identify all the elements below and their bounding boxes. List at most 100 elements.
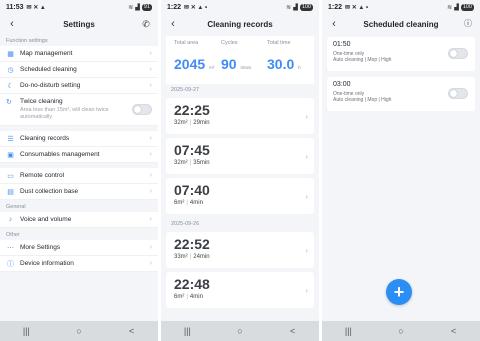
recents-button[interactable]: ||| (333, 326, 363, 336)
records-header: ‹ Cleaning records (161, 14, 319, 34)
chevron-right-icon: › (305, 192, 308, 201)
schedule-header: ‹ Scheduled cleaning ⓘ (322, 14, 480, 34)
settings-row[interactable]: ▣ Consumables management › (0, 147, 158, 163)
settings-row[interactable]: ▤ Dust collection base › (0, 184, 158, 200)
settings-row[interactable]: ⓘ Device information › (0, 256, 158, 272)
schedule-mode: Auto cleaning | Mop | High (333, 97, 392, 103)
back-button[interactable]: < (439, 326, 469, 336)
signal-icon: ▟ (454, 4, 459, 11)
schedule-mode: Auto cleaning | Mop | High (333, 57, 392, 63)
record-time: 07:40 (174, 182, 210, 198)
settings-row[interactable]: ▭ Remote control › (0, 168, 158, 184)
section-label-function: Function settings (6, 38, 48, 44)
base-icon: ▤ (7, 188, 14, 196)
back-arrow-icon[interactable]: ‹ (328, 14, 340, 34)
back-arrow-icon[interactable]: ‹ (167, 14, 179, 34)
chevron-right-icon: › (149, 172, 152, 179)
status-bar: 11:53 ✉ ✕ ▲ ≋ ▟ 91 (0, 0, 158, 14)
back-arrow-icon[interactable]: ‹ (6, 14, 18, 34)
section-label-general: General (6, 204, 26, 210)
settings-row[interactable]: ◷ Scheduled cleaning › (0, 62, 158, 78)
system-nav-bar: ||| ○ < (322, 321, 480, 341)
record-time: 22:52 (174, 236, 210, 252)
settings-row-label: More Settings (20, 244, 61, 251)
stat-value: 30.0 (267, 56, 295, 72)
settings-header: ‹ Settings ✆ (0, 14, 158, 34)
add-schedule-button[interactable]: + (386, 279, 412, 305)
back-button[interactable]: < (117, 326, 147, 336)
twice-cleaning-description: Area less than 15m², will clean twice au… (20, 107, 109, 120)
settings-row[interactable]: ▦ Map management › (0, 46, 158, 62)
settings-row[interactable]: ♪ Voice and volume › (0, 212, 158, 228)
status-time: 11:53 (6, 3, 24, 11)
chevron-right-icon: › (149, 135, 152, 142)
chevron-right-icon: › (149, 260, 152, 267)
home-button[interactable]: ○ (64, 326, 94, 336)
home-button[interactable]: ○ (386, 326, 416, 336)
home-button[interactable]: ○ (225, 326, 255, 336)
record-card[interactable]: 22:25 32m² | 29min › (166, 98, 314, 134)
chevron-right-icon: › (149, 151, 152, 158)
recents-button[interactable]: ||| (11, 326, 41, 336)
twice-cleaning-label: Twice cleaning (20, 98, 63, 105)
record-card[interactable]: 22:52 33m² | 24min › (166, 232, 314, 268)
stat-value: 2045 (174, 56, 206, 72)
record-time: 22:25 (174, 102, 210, 118)
chevron-right-icon: › (305, 246, 308, 255)
schedule-toggle[interactable] (448, 88, 468, 99)
moon-icon: ☾ (7, 82, 14, 90)
page-title: Settings (63, 19, 95, 29)
stats-summary: Total area 2045 m² Cycles 90 times Total… (166, 36, 314, 84)
settings-row-label: Map management (20, 50, 73, 57)
record-card[interactable]: 07:45 32m² | 35min › (166, 138, 314, 174)
settings-row[interactable]: ☰ Cleaning records › (0, 131, 158, 147)
section-label-other: Other (6, 232, 20, 238)
battery-icon: 100 (299, 3, 313, 11)
twice-cleaning-toggle[interactable] (132, 104, 152, 115)
stat-unit: times (240, 65, 252, 70)
chevron-right-icon: › (305, 152, 308, 161)
settings-row-label: Scheduled cleaning (20, 66, 77, 73)
status-bar: 1:22 ✉ ✕ ▲ • ≋ ▟ 100 (161, 0, 319, 14)
map-icon: ▦ (7, 50, 14, 58)
record-duration: 4min (189, 200, 203, 206)
settings-row-label: Cleaning records (20, 135, 70, 142)
twice-cleaning-row: ↻ Twice cleaning Area less than 15m², wi… (0, 94, 158, 126)
phone-icon[interactable]: ✆ (140, 14, 152, 34)
recents-button[interactable]: ||| (172, 326, 202, 336)
clock-icon: ◷ (7, 66, 14, 74)
back-button[interactable]: < (278, 326, 308, 336)
record-area: 6m² (174, 294, 185, 300)
page-title: Scheduled cleaning (363, 19, 439, 29)
record-card[interactable]: 22:48 6m² | 4min › (166, 272, 314, 308)
stat-label: Total area (174, 40, 199, 46)
stat-total-time: Total time 30.0 h (267, 40, 301, 72)
settings-row[interactable]: ☾ Do-no-disturb setting › (0, 78, 158, 94)
wifi-icon: ≋ (447, 4, 453, 11)
record-card[interactable]: 07:40 6m² | 4min › (166, 178, 314, 214)
stat-cycles: Cycles 90 times (221, 40, 251, 72)
info-icon[interactable]: ⓘ (462, 14, 474, 34)
chevron-right-icon: › (149, 66, 152, 73)
chevron-right-icon: › (149, 188, 152, 195)
schedule-card[interactable]: 01:50 One-time only Auto cleaning | Mop | … (327, 37, 475, 71)
status-time: 1:22 (167, 3, 182, 11)
schedule-toggle[interactable] (448, 48, 468, 59)
box-icon: ▣ (7, 151, 14, 159)
separator: | (186, 294, 188, 300)
settings-row-label: Dust collection base (20, 188, 79, 195)
record-area: 32m² (174, 160, 188, 166)
page-title: Cleaning records (207, 19, 273, 29)
stat-value: 90 (221, 56, 237, 72)
separator: | (186, 200, 188, 206)
schedule-time: 01:50 (333, 41, 351, 48)
speaker-icon: ♪ (8, 216, 13, 223)
settings-row[interactable]: ⋯ More Settings › (0, 240, 158, 256)
record-area: 32m² (174, 120, 188, 126)
wifi-icon: ≋ (128, 4, 134, 11)
record-time: 22:48 (174, 276, 210, 292)
record-date-label: 2025-09-27 (171, 87, 200, 93)
schedule-card[interactable]: 03:00 One-time only Auto cleaning | Mop | … (327, 77, 475, 111)
status-time: 1:22 (328, 3, 343, 11)
settings-row-label: Consumables management (20, 151, 100, 158)
